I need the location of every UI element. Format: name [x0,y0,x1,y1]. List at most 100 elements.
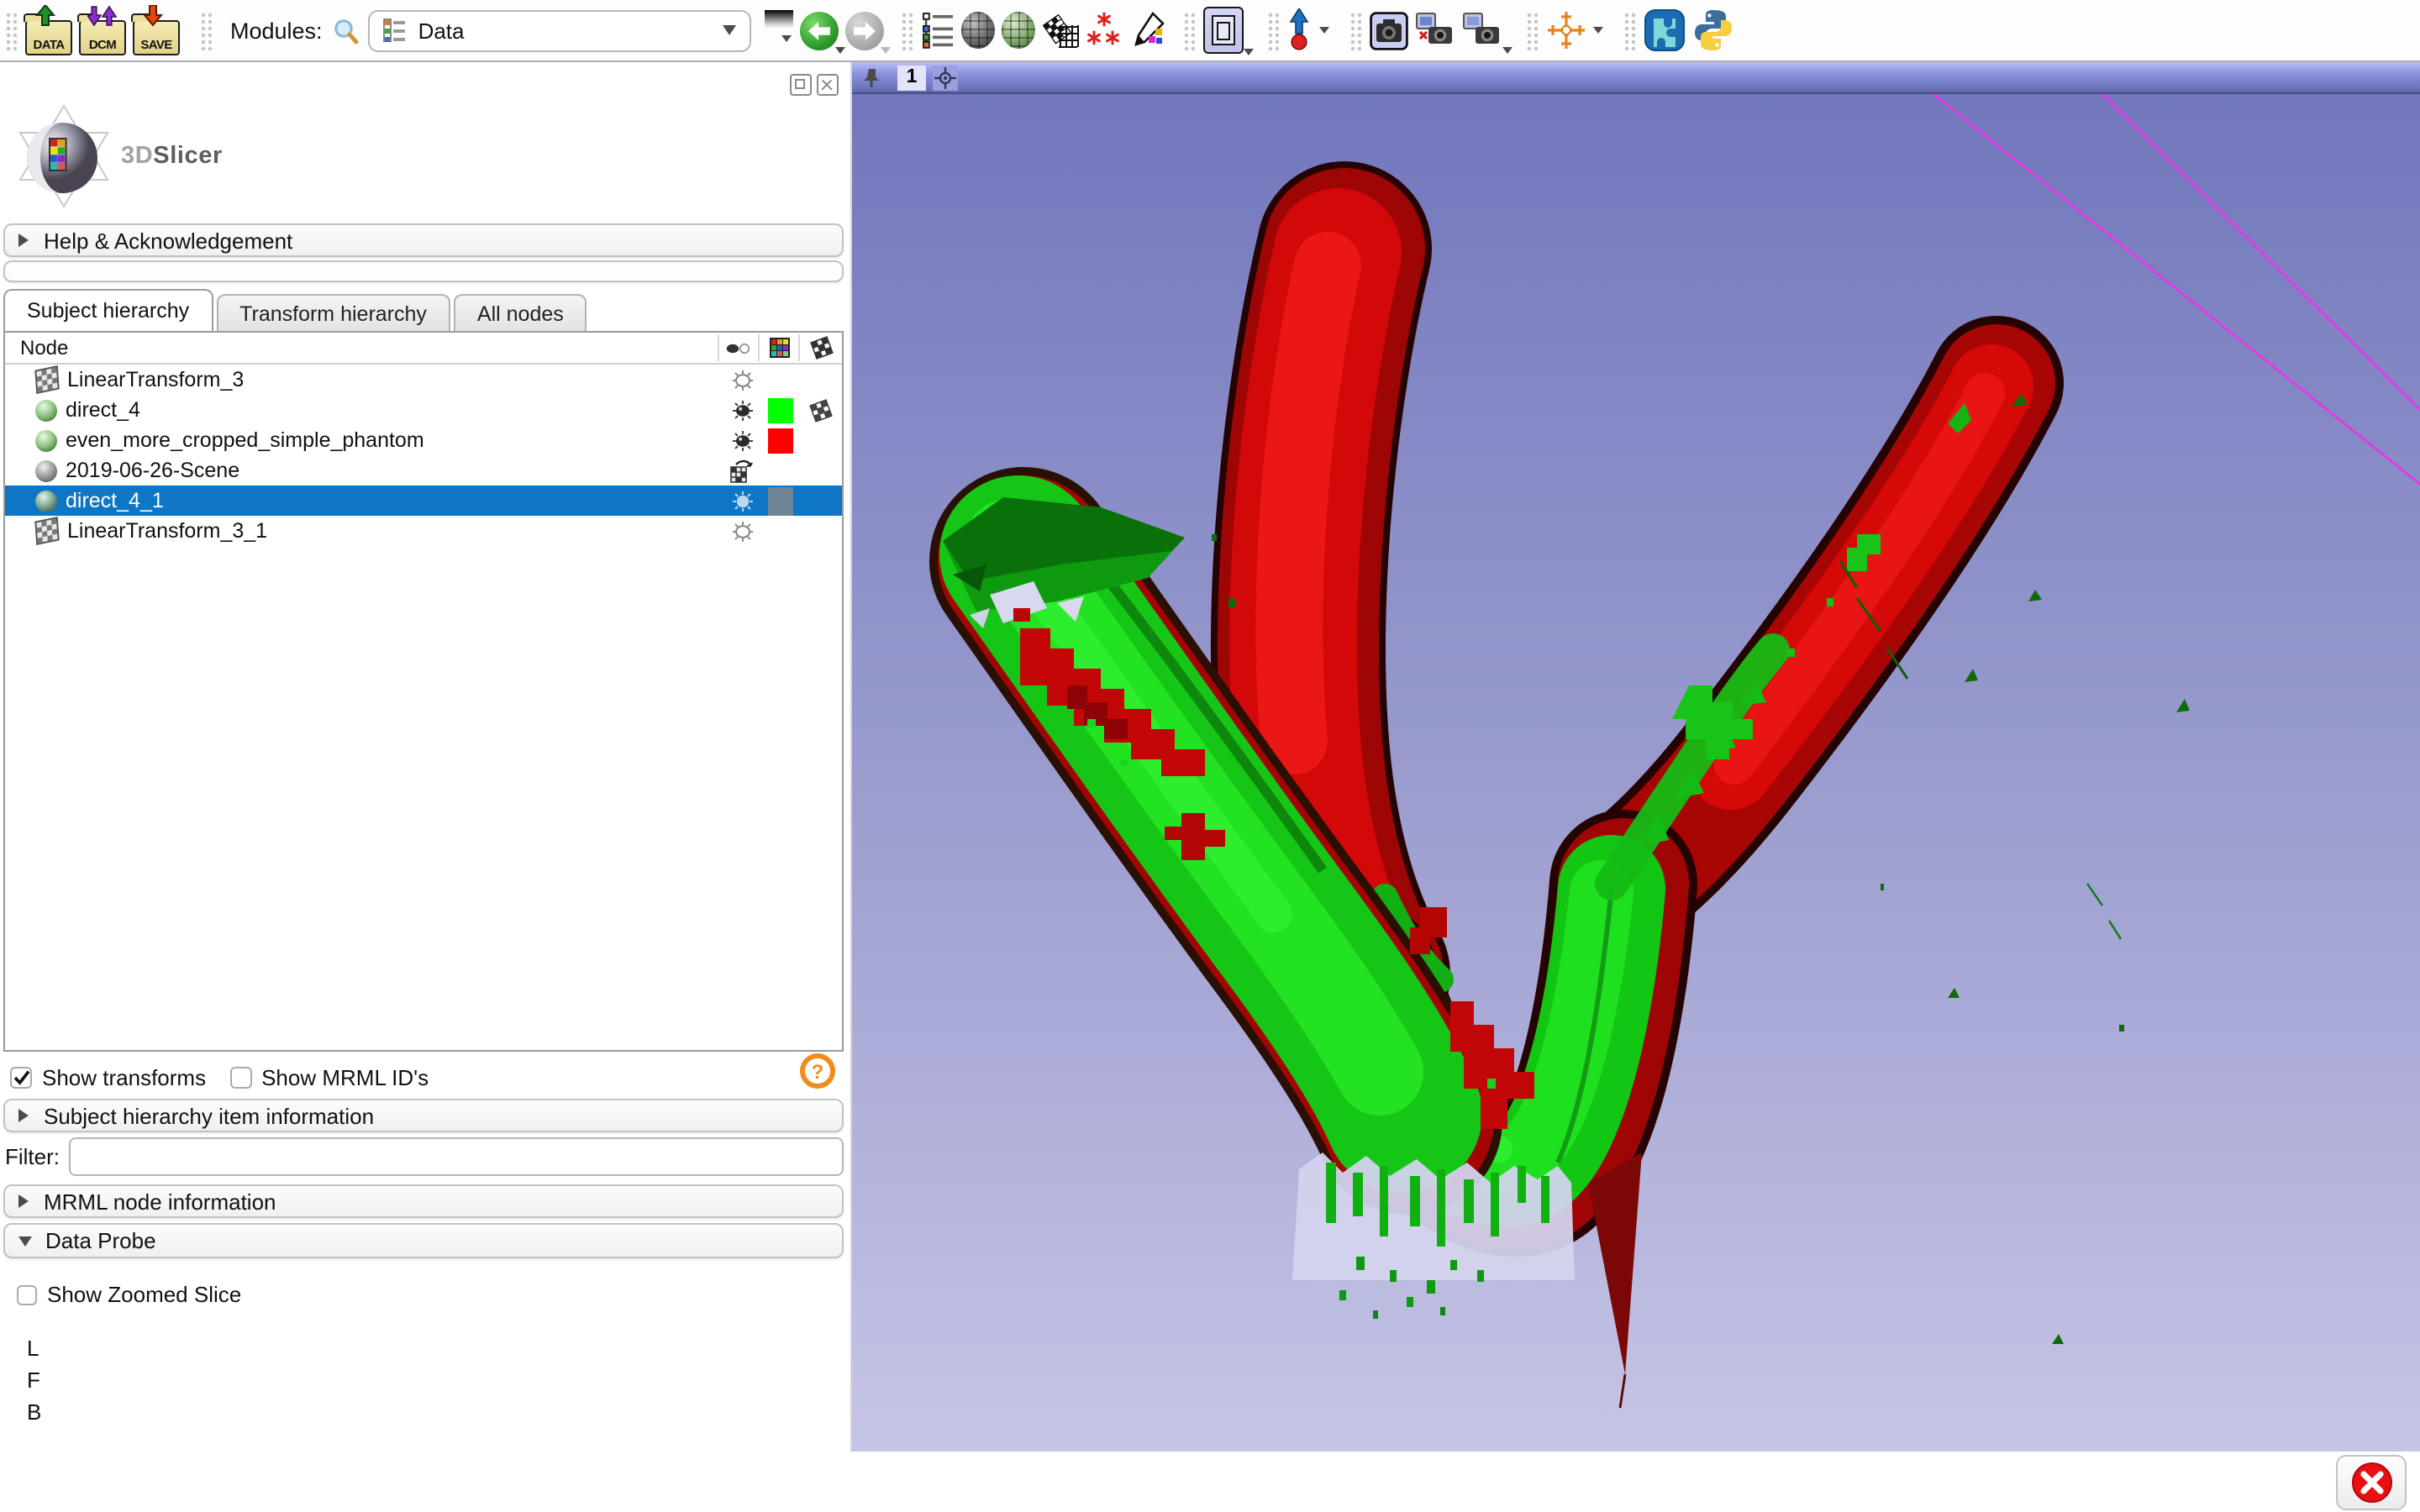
tab-all-nodes[interactable]: All nodes [454,294,587,331]
threed-view-controller-bar[interactable]: 1 [852,62,2420,94]
logo-text-slicer: Slicer [153,143,223,170]
data-probe-section[interactable]: Data Probe [3,1223,844,1258]
model-node-icon [35,429,57,451]
mouse-interaction-mode-button[interactable] [1287,8,1329,52]
load-data-label: DATA [27,37,71,52]
help-button[interactable]: ? [800,1053,835,1089]
purple-arrows-icon [87,5,118,29]
help-acknowledgement-section[interactable]: Help & Acknowledgement [3,223,844,257]
scene-view-capture-button[interactable] [1415,11,1455,50]
module-history-button[interactable] [765,19,793,41]
dicom-label: DCM [81,37,124,52]
node-label: 2019-06-26-Scene [66,459,723,482]
color-swatch[interactable] [761,397,800,423]
transform-column-header[interactable] [800,333,842,363]
chevron-down-icon [782,34,792,41]
transforms-module-button[interactable] [1042,12,1079,49]
pin-icon[interactable] [860,67,882,87]
center-view-button[interactable] [933,65,958,90]
show-transforms-checkbox[interactable] [10,1067,32,1089]
3d-scene[interactable] [852,94,2420,1452]
node-column-header: Node [20,336,718,360]
eye-hidden-icon [730,369,754,391]
visibility-toggle[interactable] [723,429,761,451]
tree-row-even-more-cropped[interactable]: even_more_cropped_simple_phantom [5,425,842,455]
module-search-icon[interactable] [333,18,358,43]
tree-row-lineartransform3[interactable]: LinearTransform_3 [5,365,842,395]
fiducial-asterisks-icon [1086,12,1123,49]
toolbar-drag-handle[interactable] [5,10,17,50]
module-list-icon [383,18,407,42]
logo-text-3d: 3D [121,143,153,170]
module-back-button[interactable] [800,11,839,50]
show-mrml-ids-label: Show MRML ID's [261,1065,429,1090]
visibility-toggle[interactable] [723,399,761,421]
probe-axis-l: L [27,1332,41,1364]
visibility-toggle[interactable] [723,490,761,512]
node-label: even_more_cropped_simple_phantom [66,428,723,452]
markups-module-button[interactable] [1086,12,1123,49]
filter-input[interactable] [68,1137,844,1176]
item-information-label: Subject hierarchy item information [44,1103,374,1128]
layout-selector-button[interactable] [1203,7,1244,54]
show-mrml-ids-checkbox[interactable] [229,1067,251,1089]
transform-badge[interactable] [800,397,842,423]
tree-row-direct4[interactable]: direct_4 [5,395,842,425]
model-node-icon [35,490,57,512]
toolbar-separator [1267,10,1279,50]
help-section-spacer [3,260,844,282]
python-console-button[interactable] [1692,8,1734,52]
dicom-icon: DCM [79,20,126,55]
save-button[interactable]: SAVE [133,5,180,55]
close-icon [2350,1462,2392,1504]
subject-hierarchy-module-button[interactable] [921,12,955,49]
toolbar-separator [1526,10,1538,50]
item-information-section[interactable]: Subject hierarchy item information [3,1099,844,1132]
history-gradient-icon [765,9,793,28]
color-swatch[interactable] [761,486,800,515]
layout-icon [1203,7,1244,54]
mrml-node-information-section[interactable]: MRML node information [3,1184,844,1218]
color-swatch[interactable] [761,428,800,453]
show-zoomed-slice-checkbox[interactable] [17,1284,37,1305]
transform-grid-icon [808,397,834,423]
show-zoomed-slice-label: Show Zoomed Slice [47,1282,241,1307]
filter-label: Filter: [5,1144,60,1169]
load-data-button[interactable]: DATA [25,5,72,55]
tab-transform-hierarchy[interactable]: Transform hierarchy [216,294,450,331]
tab-subject-hierarchy[interactable]: Subject hierarchy [3,289,213,331]
models-module-button[interactable] [961,12,995,49]
tree-header[interactable]: Node [5,333,842,365]
color-column-header[interactable] [760,333,798,363]
visibility-toggle[interactable] [723,369,761,391]
chevron-down-icon [835,46,845,53]
scene-view-restore-button[interactable] [1462,11,1502,50]
dicom-button[interactable]: DCM [79,5,126,55]
extensions-manager-button[interactable] [1644,8,1686,52]
crosshair-icon [1546,10,1586,50]
undock-panel-icon[interactable] [790,74,812,96]
toolbar-separator [1623,10,1635,50]
tree-row-direct4-1-selected[interactable]: direct_4_1 [5,486,842,516]
tree-row-lineartransform3-1[interactable]: LinearTransform_3_1 [5,516,842,546]
scene-camera-icon [1415,11,1455,50]
annotations-module-button[interactable] [1129,12,1166,49]
hierarchy-tabs: Subject hierarchy Transform hierarchy Al… [3,289,587,331]
slicer-logo-icon [10,102,118,213]
center-crosshair-icon [934,66,956,88]
crosshair-button[interactable] [1546,10,1603,50]
visibility-column-header[interactable] [719,333,758,363]
module-forward-button[interactable] [845,11,884,50]
close-panel-icon[interactable] [817,74,839,96]
visibility-toggle[interactable] [723,520,761,542]
node-label: LinearTransform_3_1 [67,519,723,543]
close-application-button[interactable] [2336,1455,2407,1510]
scene-restore-button[interactable] [723,458,761,483]
segmentations-module-button[interactable] [1002,12,1035,49]
screenshot-button[interactable] [1370,11,1408,50]
module-selector[interactable]: Data [368,9,751,51]
tree-row-scene[interactable]: 2019-06-26-Scene [5,455,842,486]
module-panel: 3DSlicer Help & Acknowledgement Subject … [0,62,849,1512]
modules-label: Modules: [230,18,323,43]
extensions-puzzle-icon [1644,8,1686,52]
